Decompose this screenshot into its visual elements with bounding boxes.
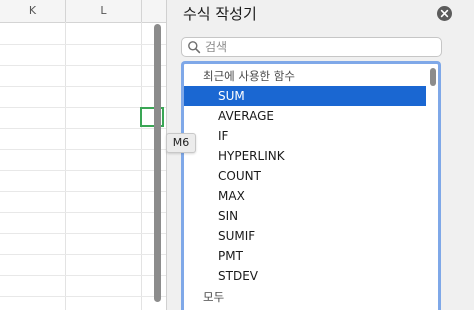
cell-reference-tooltip: M6 — [166, 133, 196, 153]
list-section-header-all[interactable]: 모두 — [184, 287, 438, 307]
function-item-average[interactable]: AVERAGE — [184, 106, 426, 126]
gridline — [0, 296, 166, 297]
formula-builder-panel: 수식 작성기 최근에 사용한 함수 SUM AVERAGE IF HYPERLI… — [166, 0, 474, 310]
function-item-sum[interactable]: SUM — [184, 86, 426, 106]
function-list[interactable]: 최근에 사용한 함수 SUM AVERAGE IF HYPERLINK COUN… — [181, 61, 441, 310]
gridline — [0, 65, 166, 66]
column-header-k[interactable]: K — [0, 0, 66, 22]
panel-title: 수식 작성기 — [183, 5, 257, 23]
close-button[interactable] — [437, 6, 452, 21]
search-icon — [188, 41, 201, 54]
sheet-vertical-scrollbar[interactable] — [154, 24, 161, 302]
spreadsheet-area[interactable]: K L — [0, 0, 166, 310]
function-item-pmt[interactable]: PMT — [184, 246, 426, 266]
function-item-sin[interactable]: SIN — [184, 206, 426, 226]
list-section-header-recent: 최근에 사용한 함수 — [203, 69, 295, 83]
function-item-if[interactable]: IF — [184, 126, 426, 146]
gridline — [0, 212, 166, 213]
gridline — [0, 128, 166, 129]
gridline — [0, 86, 166, 87]
gridline — [0, 275, 166, 276]
search-box[interactable] — [181, 37, 442, 57]
function-item-hyperlink[interactable]: HYPERLINK — [184, 146, 426, 166]
gridline — [0, 44, 166, 45]
column-header-m[interactable] — [142, 0, 166, 22]
column-header-l[interactable]: L — [66, 0, 142, 22]
search-input[interactable] — [205, 38, 435, 56]
gridline — [0, 254, 166, 255]
function-item-count[interactable]: COUNT — [184, 166, 426, 186]
gridline — [0, 191, 166, 192]
function-item-max[interactable]: MAX — [184, 186, 426, 206]
list-vertical-scrollbar[interactable] — [430, 68, 436, 86]
close-icon — [440, 9, 449, 18]
gridline — [0, 149, 166, 150]
function-item-sumif[interactable]: SUMIF — [184, 226, 426, 246]
gridline — [0, 233, 166, 234]
column-header-bar: K L — [0, 0, 166, 23]
function-item-stdev[interactable]: STDEV — [184, 266, 426, 286]
gridline — [0, 170, 166, 171]
